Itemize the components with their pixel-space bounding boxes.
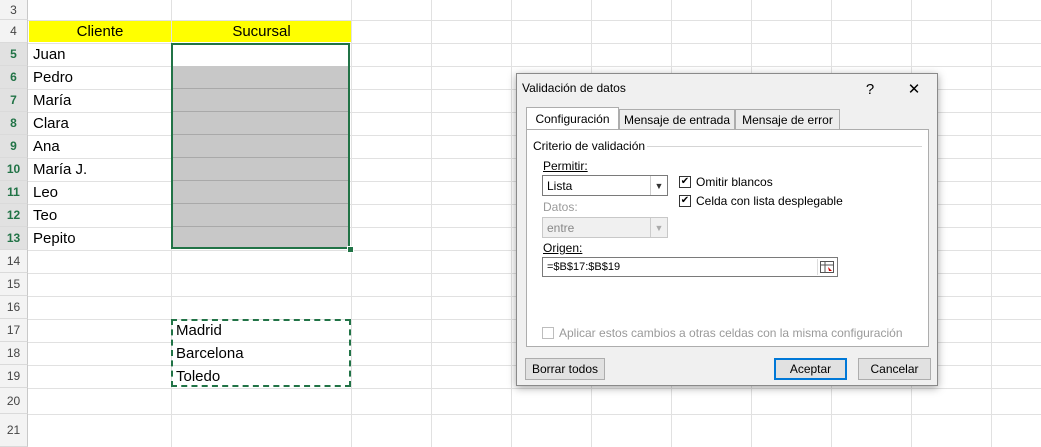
dropdown-checkbox[interactable]: ✔ [679,195,691,207]
allow-label: Permitir: [543,159,588,173]
gridline [511,0,512,447]
selection-border [171,43,350,249]
row-header-20[interactable]: 20 [0,388,28,414]
tab-mensaje-error[interactable]: Mensaje de error [735,109,840,129]
row-header-11[interactable]: 11 [0,181,28,204]
row-header-9[interactable]: 9 [0,135,28,158]
config-panel: Criterio de validación Permitir: Lista ▼… [526,129,929,347]
client-cell[interactable]: Ana [29,135,171,158]
source-value: =$B$17:$B$19 [547,261,621,273]
client-cell[interactable]: Pepito [29,227,171,250]
gridline [28,388,1041,389]
range-select-icon[interactable] [817,259,836,275]
client-cell[interactable]: María [29,89,171,112]
client-cell[interactable]: Juan [29,43,171,66]
source-label: Origen: [543,241,583,255]
client-cell[interactable]: Clara [29,112,171,135]
row-header-4[interactable]: 4 [0,20,28,43]
tab-mensaje-entrada[interactable]: Mensaje de entrada [619,109,735,129]
criteria-label: Criterio de validación [533,139,646,153]
allow-value: Lista [547,178,573,193]
header-cliente[interactable]: Cliente [29,21,171,42]
check-icon: ✔ [680,176,690,187]
client-cell[interactable]: Pedro [29,66,171,89]
gridline [351,0,352,447]
dropdown-label[interactable]: Celda con lista desplegable [696,194,843,208]
cancel-button[interactable]: Cancelar [858,358,931,380]
clear-all-button[interactable]: Borrar todos [525,358,605,380]
data-validation-dialog: Validación de datos ? ✕ Configuración Me… [516,73,938,386]
apply-all-checkbox [542,327,554,339]
data-select[interactable]: entre ▼ [542,217,668,238]
fill-handle[interactable] [347,246,354,253]
row-header-18[interactable]: 18 [0,342,28,365]
allow-select[interactable]: Lista ▼ [542,175,668,196]
source-input[interactable]: =$B$17:$B$19 [542,257,838,277]
row-header-14[interactable]: 14 [0,250,28,273]
gridline [28,414,1041,415]
row-header-8[interactable]: 8 [0,112,28,135]
row-header-3[interactable]: 3 [0,0,28,20]
close-button[interactable]: ✕ [897,77,931,101]
row-header-21[interactable]: 21 [0,414,28,447]
help-button[interactable]: ? [853,77,887,101]
row-header-7[interactable]: 7 [0,89,28,112]
gridline [991,0,992,447]
data-label: Datos: [543,200,578,214]
row-header-17[interactable]: 17 [0,319,28,342]
ignore-blank-checkbox[interactable]: ✔ [679,176,691,188]
ok-button[interactable]: Aceptar [774,358,847,380]
row-header-5[interactable]: 5 [0,43,28,66]
row-header-10[interactable]: 10 [0,158,28,181]
row-header-15[interactable]: 15 [0,273,28,296]
dialog-title: Validación de datos [522,81,626,95]
chevron-down-icon[interactable]: ▼ [650,176,667,195]
row-header-12[interactable]: 12 [0,204,28,227]
check-icon: ✔ [680,195,690,206]
group-divider [647,146,922,147]
copy-range-border [171,319,351,387]
data-value: entre [547,220,575,235]
client-cell[interactable]: María J. [29,158,171,181]
chevron-down-icon: ▼ [650,218,667,237]
client-cell[interactable]: Leo [29,181,171,204]
row-header-13[interactable]: 13 [0,227,28,250]
row-header-6[interactable]: 6 [0,66,28,89]
ignore-blank-label[interactable]: Omitir blancos [696,175,773,189]
tab-configuracion[interactable]: Configuración [526,107,619,130]
row-header-16[interactable]: 16 [0,296,28,319]
gridline [431,0,432,447]
client-cell[interactable]: Teo [29,204,171,227]
header-sucursal[interactable]: Sucursal [172,21,351,42]
apply-all-label: Aplicar estos cambios a otras celdas con… [559,326,903,340]
row-header-19[interactable]: 19 [0,365,28,388]
